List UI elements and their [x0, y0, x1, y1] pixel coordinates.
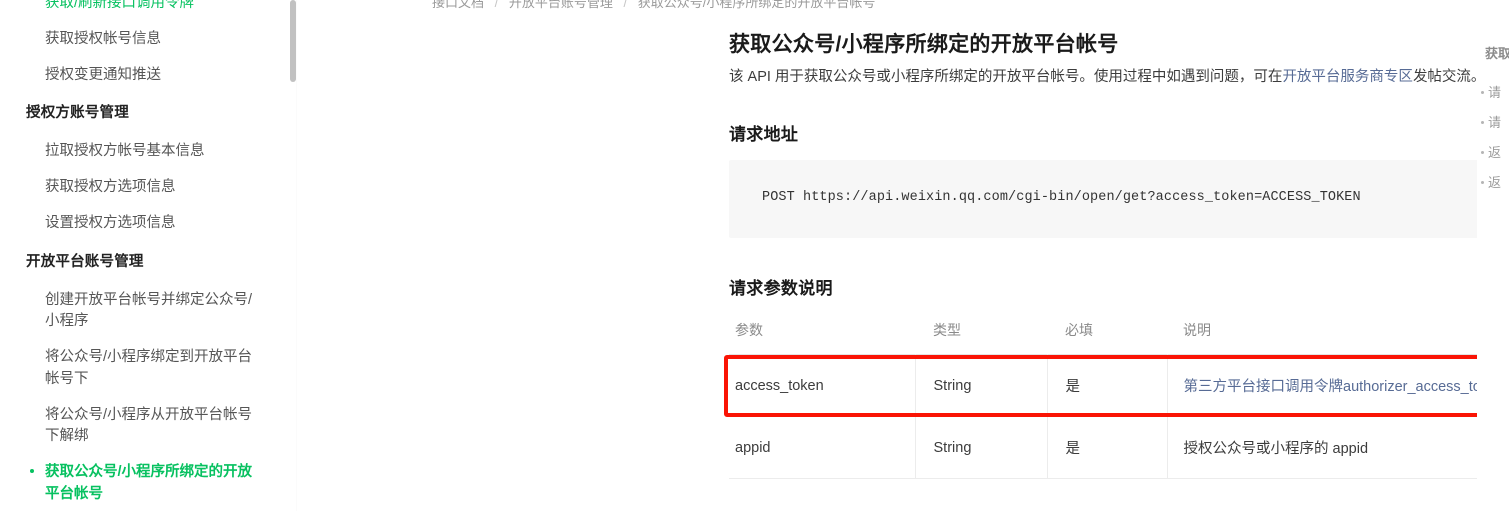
right-toc-item-label: 请	[1488, 85, 1502, 100]
right-toc-item-2[interactable]: 返	[1481, 142, 1501, 161]
sidebar-item-get-bound-open-account[interactable]: 获取公众号/小程序所绑定的开放平台帐号	[0, 455, 290, 511]
section-heading-request-url: 请求地址	[729, 125, 799, 144]
page-title: 获取公众号/小程序所绑定的开放平台帐号	[729, 33, 1119, 56]
right-toc-title: 获取	[1485, 46, 1509, 61]
cell-param-name: access_token	[729, 354, 916, 417]
table-body: access_token String 是 第三方平台接口调用令牌authori…	[729, 354, 1478, 479]
column-header-description: 说明	[1183, 322, 1211, 338]
open-platform-forum-link[interactable]: 开放平台服务商专区	[1282, 69, 1413, 85]
nav-group-auth-token: 获取/刷新接口调用令牌 获取授权帐号信息 授权变更通知推送	[0, 0, 290, 93]
sidebar-group-title-authorizer: 授权方账号管理	[26, 105, 129, 122]
breadcrumb-root[interactable]: 接口文档	[432, 0, 484, 10]
cell-param-name: appid	[729, 416, 916, 479]
right-toc-item-1[interactable]: 请	[1481, 112, 1501, 131]
sidebar-scroll-content: 获取/刷新接口调用令牌 获取授权帐号信息 授权变更通知推送 授权方账号管理 拉取…	[0, 0, 290, 511]
cell-param-description: 授权公众号或小程序的 appid	[1167, 416, 1477, 479]
right-toc-item-label: 返	[1488, 145, 1502, 160]
breadcrumb: 接口文档 / 开放平台账号管理 / 获取公众号/小程序所绑定的开放平台帐号	[432, 0, 875, 12]
documentation-page: 获取/刷新接口调用令牌 获取授权帐号信息 授权变更通知推送 授权方账号管理 拉取…	[0, 0, 1509, 511]
right-toc-panel: 获取 请 请 返 返	[1478, 0, 1509, 511]
description-text-after: 发帖交流。	[1412, 69, 1477, 85]
left-sidebar-nav: 获取/刷新接口调用令牌 获取授权帐号信息 授权变更通知推送 授权方账号管理 拉取…	[0, 0, 297, 511]
description-text-before: 该 API 用于获取公众号或小程序所绑定的开放平台帐号。使用过程中如遇到问题，可…	[729, 69, 1283, 85]
sidebar-item-set-authorizer-option[interactable]: 设置授权方选项信息	[0, 206, 290, 242]
right-toc-item-0[interactable]: 请	[1481, 82, 1501, 101]
sidebar-item-get-authorizer-option[interactable]: 获取授权方选项信息	[0, 170, 290, 206]
breadcrumb-current: 获取公众号/小程序所绑定的开放平台帐号	[637, 0, 876, 10]
request-url-codeblock: POST https://api.weixin.qq.com/cgi-bin/o…	[729, 160, 1477, 238]
cell-param-type: String	[915, 354, 1048, 417]
cell-param-required: 是	[1047, 416, 1168, 479]
right-toc-item-label: 请	[1488, 115, 1502, 130]
breadcrumb-separator-1: /	[494, 0, 499, 10]
table-row: appid String 是 授权公众号或小程序的 appid	[729, 416, 1477, 479]
sidebar-item-auth-account-info[interactable]: 获取授权帐号信息	[0, 22, 290, 58]
sidebar-item-pull-authorizer-info[interactable]: 拉取授权方帐号基本信息	[0, 134, 290, 170]
nav-group-open-platform-account: 开放平台账号管理 创建开放平台帐号并绑定公众号/小程序 将公众号/小程序绑定到开…	[0, 242, 290, 511]
bullet-icon	[1481, 91, 1484, 95]
sidebar-item-refresh-token[interactable]: 获取/刷新接口调用令牌	[0, 0, 290, 22]
column-header-required: 必填	[1065, 322, 1093, 338]
bullet-icon	[1481, 181, 1484, 185]
bullet-icon	[1481, 151, 1484, 155]
bullet-icon	[1481, 121, 1484, 125]
right-toc-item-3[interactable]: 返	[1481, 172, 1501, 191]
request-url-code-text: POST https://api.weixin.qq.com/cgi-bin/o…	[762, 190, 1361, 205]
sidebar-group-title-open-platform: 开放平台账号管理	[26, 253, 144, 270]
table-header-row: 参数 类型 必填 说明	[729, 312, 1477, 355]
sidebar-item-unbind-from-open-account[interactable]: 将公众号/小程序从开放平台帐号下解绑	[0, 398, 290, 456]
sidebar-item-auth-change-notify[interactable]: 授权变更通知推送	[0, 58, 290, 94]
column-header-param: 参数	[735, 322, 763, 338]
sidebar-item-bind-to-open-account[interactable]: 将公众号/小程序绑定到开放平台帐号下	[0, 340, 290, 398]
breadcrumb-section[interactable]: 开放平台账号管理	[509, 0, 613, 10]
main-content: 接口文档 / 开放平台账号管理 / 获取公众号/小程序所绑定的开放平台帐号 获取…	[297, 0, 1477, 511]
column-header-type: 类型	[933, 322, 961, 338]
section-heading-request-params: 请求参数说明	[729, 279, 833, 298]
sidebar-item-create-open-account[interactable]: 创建开放平台帐号并绑定公众号/小程序	[0, 283, 290, 341]
nav-group-authorizer-account: 授权方账号管理 拉取授权方帐号基本信息 获取授权方选项信息 设置授权方选项信息	[0, 93, 290, 241]
cell-param-description: 第三方平台接口调用令牌authorizer_access_token	[1167, 354, 1478, 417]
page-description: 该 API 用于获取公众号或小程序所绑定的开放平台帐号。使用过程中如遇到问题，可…	[729, 64, 1477, 90]
cell-param-type: String	[915, 416, 1048, 479]
right-toc-item-label: 返	[1488, 175, 1502, 190]
table-head: 参数 类型 必填 说明	[729, 312, 1477, 355]
table-row: access_token String 是 第三方平台接口调用令牌authori…	[729, 354, 1478, 417]
cell-param-required: 是	[1047, 354, 1168, 417]
breadcrumb-separator-2: /	[623, 0, 628, 10]
request-parameters-table: 参数 类型 必填 说明 access_token String 是 第三方平台接…	[729, 312, 1477, 479]
authorizer-access-token-link[interactable]: 第三方平台接口调用令牌authorizer_access_token	[1184, 379, 1478, 395]
